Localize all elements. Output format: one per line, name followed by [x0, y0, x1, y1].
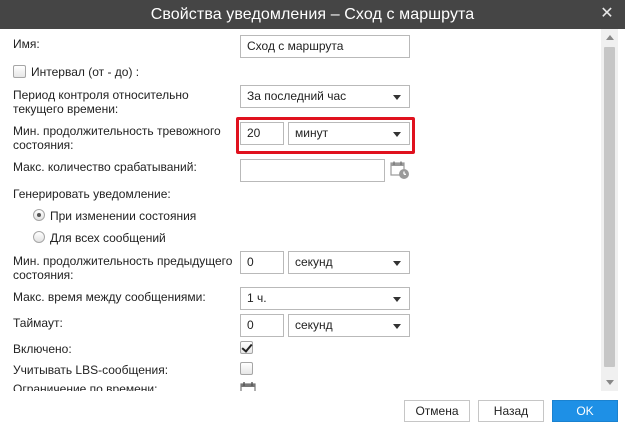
chevron-down-icon [393, 324, 401, 329]
min-duration-unit-value: минут [295, 126, 329, 140]
name-input[interactable]: Сход с маршрута [240, 35, 410, 58]
ok-button[interactable]: OK [552, 400, 618, 422]
chevron-down-icon [393, 95, 401, 100]
chevron-down-icon [393, 297, 401, 302]
enabled-checkbox[interactable] [240, 341, 253, 354]
timeout-input[interactable]: 0 [240, 314, 284, 337]
interval-label: Интервал (от - до) : [31, 65, 140, 79]
form-area: Имя: Сход с маршрута Интервал (от - до) … [0, 29, 600, 391]
period-select-value: За последний час [247, 89, 347, 103]
calendar-icon[interactable] [240, 381, 258, 391]
radio-on-change[interactable] [33, 209, 45, 221]
chevron-down-icon [393, 261, 401, 266]
enabled-label: Включено: [13, 342, 72, 356]
close-icon[interactable]: ✕ [599, 6, 615, 22]
max-time-between-label: Макс. время между сообщениями: [13, 290, 206, 304]
period-label: Период контроля относительно текущего вр… [13, 88, 189, 116]
max-time-between-value: 1 ч. [247, 291, 267, 305]
min-prev-duration-label: Мин. продолжительность предыдущего состо… [13, 254, 233, 282]
period-select[interactable]: За последний час [240, 85, 410, 108]
max-triggers-input[interactable] [240, 159, 385, 182]
radio-all-messages-label: Для всех сообщений [50, 231, 166, 245]
min-prev-duration-unit-value: секунд [295, 255, 333, 269]
min-prev-duration-unit-select[interactable]: секунд [288, 251, 410, 274]
min-prev-duration-input[interactable]: 0 [240, 251, 284, 274]
max-time-between-select[interactable]: 1 ч. [240, 287, 410, 310]
scrollbar-thumb[interactable] [604, 47, 615, 367]
scroll-down-arrow-icon[interactable] [601, 375, 618, 389]
notification-properties-dialog: Свойства уведомления – Сход с маршрута ✕… [0, 0, 625, 433]
radio-on-change-label: При изменении состояния [50, 209, 197, 223]
min-duration-input[interactable]: 20 [240, 122, 284, 145]
form-scrollbar[interactable] [601, 29, 618, 391]
max-triggers-label: Макс. количество срабатываний: [13, 160, 197, 174]
scroll-up-arrow-icon[interactable] [601, 31, 618, 45]
chevron-down-icon [393, 132, 401, 137]
radio-all-messages[interactable] [33, 231, 45, 243]
min-duration-label: Мин. продолжительность тревожного состоя… [13, 124, 221, 152]
interval-checkbox[interactable] [13, 65, 26, 78]
generate-label: Генерировать уведомление: [13, 187, 171, 201]
lbs-label: Учитывать LBS-сообщения: [13, 363, 169, 377]
back-button[interactable]: Назад [478, 400, 544, 422]
time-limit-label: Ограничение по времени: [13, 382, 158, 391]
min-duration-unit-select[interactable]: минут [288, 122, 410, 145]
lbs-checkbox[interactable] [240, 362, 253, 375]
cancel-button[interactable]: Отмена [404, 400, 470, 422]
title-bar: Свойства уведомления – Сход с маршрута ✕ [0, 0, 625, 29]
dialog-title: Свойства уведомления – Сход с маршрута [150, 5, 475, 23]
name-label: Имя: [13, 37, 40, 51]
calendar-clock-icon[interactable] [390, 160, 410, 180]
timeout-unit-value: секунд [295, 318, 333, 332]
timeout-label: Таймаут: [13, 316, 63, 330]
timeout-unit-select[interactable]: секунд [288, 314, 410, 337]
